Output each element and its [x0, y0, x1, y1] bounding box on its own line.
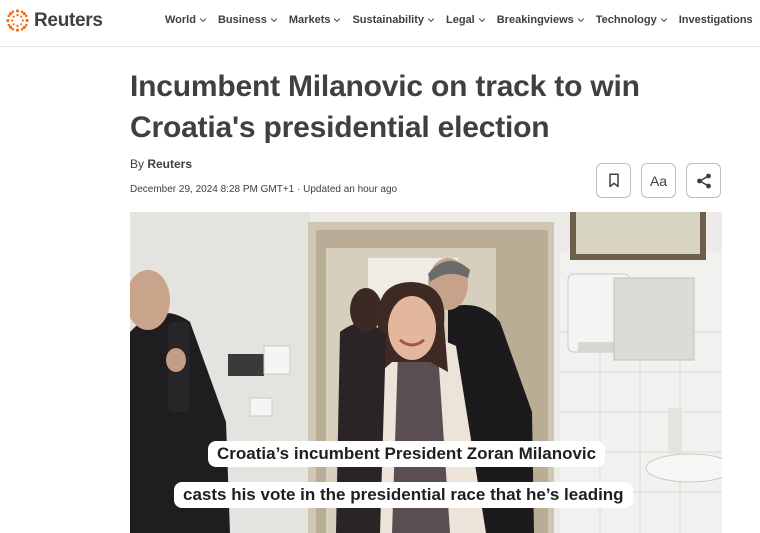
bookmark-icon — [608, 173, 619, 188]
video-caption-line-1: Croatia’s incumbent President Zoran Mila… — [208, 441, 606, 467]
chevron-down-icon — [660, 18, 667, 23]
byline-prefix: By — [130, 157, 148, 171]
byline-author-link[interactable]: Reuters — [147, 157, 192, 171]
share-button[interactable] — [686, 163, 721, 198]
chevron-down-icon — [577, 18, 584, 23]
nav-item-label: World — [165, 14, 196, 26]
chevron-down-icon — [199, 18, 207, 23]
nav-item-markets[interactable]: Markets — [289, 14, 342, 26]
nav-item-label: Technology — [595, 14, 657, 26]
reuters-logo-icon — [6, 9, 29, 32]
chevron-down-icon — [478, 18, 485, 23]
main-nav: World Business Markets Sustainability Le… — [165, 14, 760, 26]
nav-item-label: Investigations — [678, 14, 753, 26]
nav-item-label: Sustainability — [352, 14, 424, 26]
nav-item-label: Markets — [288, 14, 331, 26]
chevron-down-icon — [334, 18, 341, 23]
reuters-logo[interactable]: Reuters — [5, 8, 103, 33]
nav-item-legal[interactable]: Legal — [446, 14, 486, 26]
share-icon — [696, 173, 711, 188]
text-size-label: Aa — [649, 172, 668, 189]
chevron-down-icon — [270, 18, 278, 23]
nav-item-technology[interactable]: Technology — [596, 14, 668, 26]
top-navigation-bar: Reuters World Business Markets Sustainab… — [0, 0, 760, 47]
nav-item-label: Legal — [446, 14, 475, 26]
nav-item-business[interactable]: Business — [218, 14, 278, 26]
video-caption-line-2: casts his vote in the presidential race … — [174, 482, 633, 508]
nav-item-label: Business — [217, 14, 267, 26]
nav-item-world[interactable]: World — [165, 14, 207, 26]
article-video-player[interactable]: Croatia’s incumbent President Zoran Mila… — [130, 212, 722, 533]
article-dateline: December 29, 2024 8:28 PM GMT+1 · Update… — [130, 184, 398, 195]
reuters-wordmark: Reuters — [34, 9, 103, 31]
text-size-button[interactable]: Aa — [641, 163, 676, 198]
bookmark-button[interactable] — [596, 163, 631, 198]
byline: By Reuters — [130, 157, 192, 171]
nav-item-breakingviews[interactable]: Breakingviews — [497, 14, 585, 26]
nav-item-sustainability[interactable]: Sustainability — [352, 14, 435, 26]
nav-item-label: Breakingviews — [496, 14, 574, 26]
chevron-down-icon — [427, 18, 435, 23]
article-headline: Incumbent Milanovic on track to win Croa… — [130, 70, 640, 144]
nav-item-investigations[interactable]: Investigations — [679, 14, 753, 26]
